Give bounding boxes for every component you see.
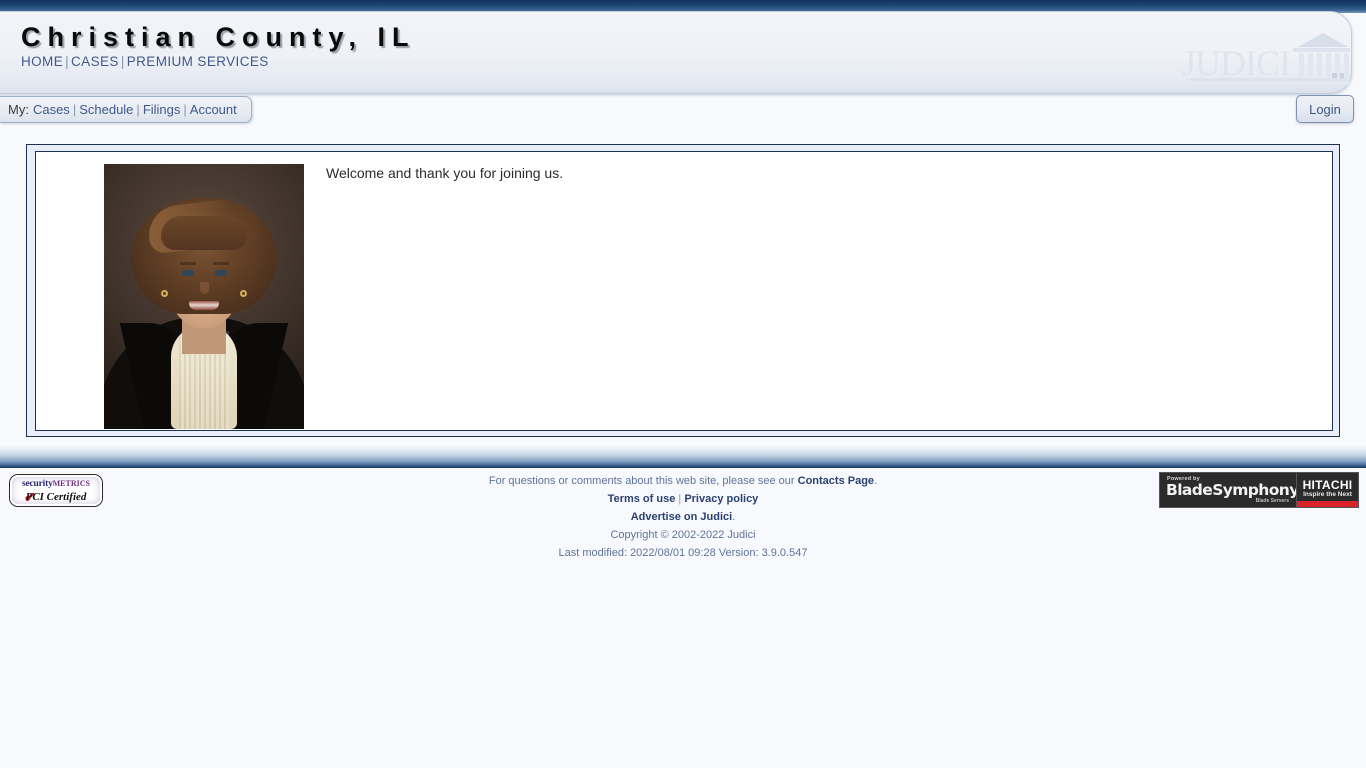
nav-separator: | xyxy=(120,54,125,69)
footer-contact-suffix: . xyxy=(874,475,878,487)
courthouse-icon: JUDICI xyxy=(1182,33,1351,85)
bottom-gradient-bar xyxy=(0,443,1366,468)
my-link-cases[interactable]: Cases xyxy=(33,102,70,117)
footer-separator: | xyxy=(678,493,682,505)
page-title: Christian County, IL xyxy=(21,22,416,52)
hitachi-bladesymphony-badge[interactable]: Powered by BladeSymphony Blade Servers H… xyxy=(1159,472,1359,508)
hitachi-section: HITACHI Inspire the Next xyxy=(1296,473,1358,507)
nav-separator: | xyxy=(65,54,70,69)
bladesymphony-section: Powered by BladeSymphony Blade Servers xyxy=(1160,473,1299,507)
my-label: My: xyxy=(8,102,29,117)
login-button[interactable]: Login xyxy=(1296,95,1354,123)
primary-nav: HOME | CASES | PREMIUM SERVICES xyxy=(21,54,269,69)
secondary-nav-row: My: Cases | Schedule | Filings | Account Login xyxy=(0,95,1366,127)
welcome-message: Welcome and thank you for joining us. xyxy=(326,165,564,181)
footer: securityMETRICS ✔ PCI Certified For ques… xyxy=(0,468,1366,568)
footer-advertise-suffix: . xyxy=(732,511,736,523)
footer-copyright: Copyright © 2002-2022 Judici xyxy=(610,529,756,541)
bladesymphony-label: BladeSymphony xyxy=(1166,481,1299,499)
hitachi-tagline-label: Inspire the Next xyxy=(1303,491,1352,498)
my-nav-tab: My: Cases | Schedule | Filings | Account xyxy=(0,96,252,123)
my-separator: | xyxy=(72,102,77,117)
my-separator: | xyxy=(136,102,140,117)
terms-of-use-link[interactable]: Terms of use xyxy=(608,493,676,505)
my-link-schedule[interactable]: Schedule xyxy=(79,102,133,117)
nav-link-premium-services[interactable]: PREMIUM SERVICES xyxy=(127,54,269,69)
hitachi-brand-label: HITACHI xyxy=(1302,478,1353,492)
my-separator: | xyxy=(183,102,187,117)
footer-advertise-line: Advertise on Judici. xyxy=(0,508,1366,526)
footer-contact-prefix: For questions or comments about this web… xyxy=(488,475,798,487)
official-portrait-image xyxy=(104,164,304,429)
main-content-panel: Welcome and thank you for joining us. xyxy=(26,144,1340,437)
advertise-link[interactable]: Advertise on Judici xyxy=(631,511,732,523)
my-link-account[interactable]: Account xyxy=(190,102,237,117)
nav-link-cases[interactable]: CASES xyxy=(71,54,119,69)
my-link-filings[interactable]: Filings xyxy=(143,102,181,117)
contacts-page-link[interactable]: Contacts Page xyxy=(798,475,874,487)
header-content: Christian County, IL HOME | CASES | PREMIUM … xyxy=(0,11,1366,94)
main-content-inner: Welcome and thank you for joining us. xyxy=(35,151,1333,431)
judici-logo[interactable]: JUDICI xyxy=(1180,31,1351,93)
privacy-policy-link[interactable]: Privacy policy xyxy=(684,493,758,505)
blade-servers-label: Blade Servers xyxy=(1255,498,1289,504)
nav-link-home[interactable]: HOME xyxy=(21,54,63,69)
footer-version: Last modified: 2022/08/01 09:28 Version:… xyxy=(558,547,808,559)
portrait-cell xyxy=(36,152,304,429)
hitachi-red-bar xyxy=(1297,501,1358,507)
svg-text:JUDICI: JUDICI xyxy=(1182,43,1290,83)
